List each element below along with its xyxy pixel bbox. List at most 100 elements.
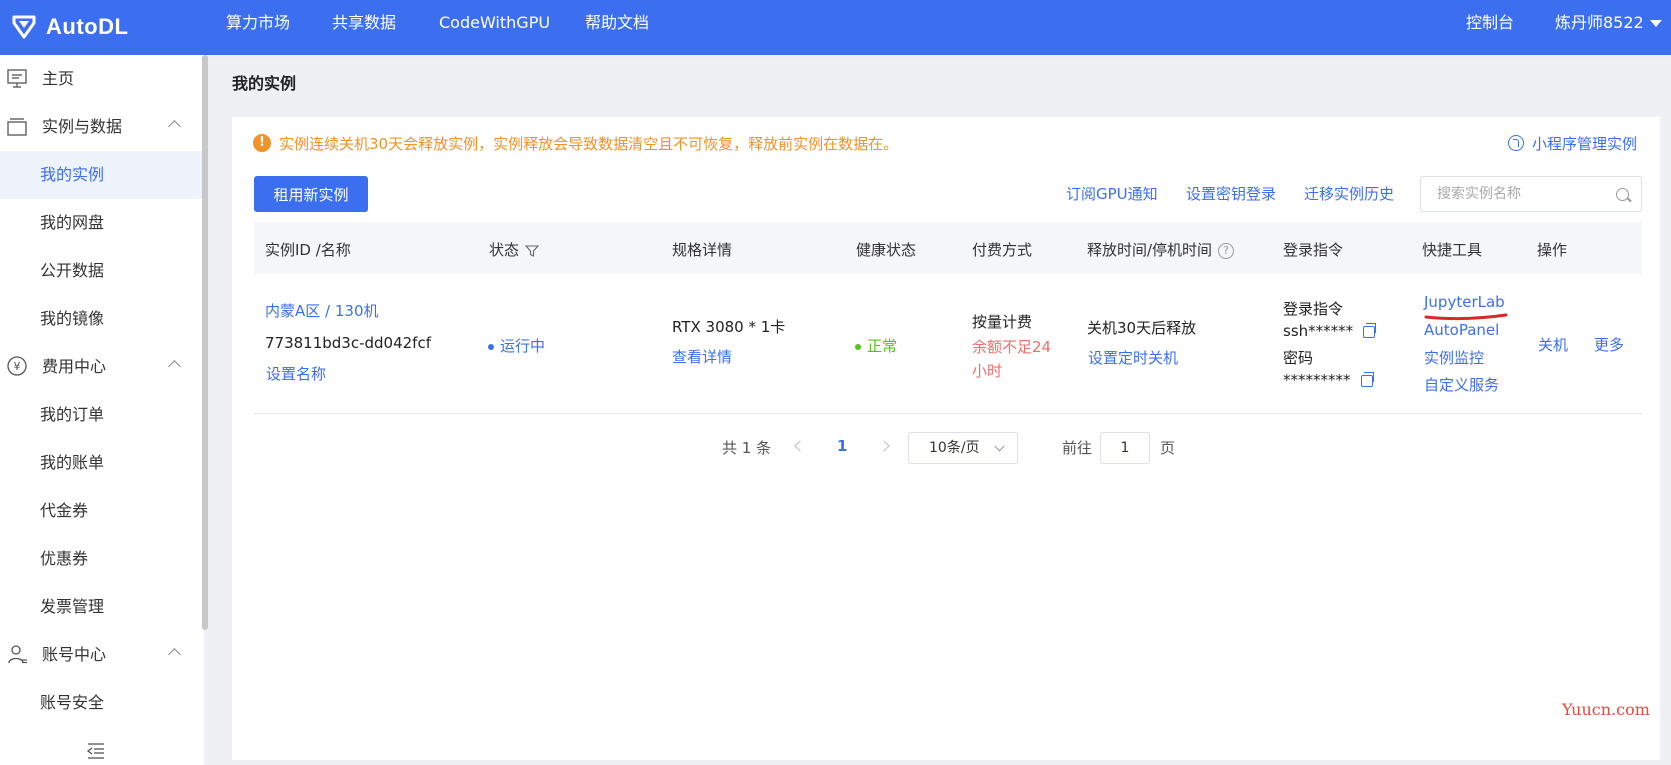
sidebar-item-label: 实例与数据 [42, 117, 123, 136]
nav-compute-market[interactable]: 算力市场 [226, 0, 290, 46]
health-dot-icon [855, 343, 861, 350]
subscribe-gpu-link[interactable]: 订阅GPU通知 [1066, 183, 1158, 204]
sidebar-item-invoices[interactable]: 发票管理 [0, 583, 202, 631]
shutdown-action[interactable]: 关机 [1538, 334, 1568, 355]
search-icon[interactable] [1616, 188, 1629, 201]
col-health: 健康状态 [856, 241, 917, 259]
jupyterlab-link[interactable]: JupyterLab [1424, 293, 1505, 311]
sidebar-item-label: 我的镜像 [40, 309, 105, 328]
collapse-sidebar-icon[interactable] [86, 742, 106, 760]
sidebar-group-billing[interactable]: ¥ 费用中心 [0, 343, 202, 391]
sidebar-item-label: 发票管理 [40, 597, 105, 616]
release-text: 关机30天后释放 [1087, 319, 1197, 337]
sidebar-item-my-disk[interactable]: 我的网盘 [0, 199, 202, 247]
set-key-login-link[interactable]: 设置密钥登录 [1186, 183, 1276, 204]
goto-page-input[interactable] [1100, 432, 1150, 464]
status-dot-icon [488, 343, 494, 350]
nav-shared-data[interactable]: 共享数据 [332, 0, 396, 46]
balance-warning-line1: 余额不足24 [972, 338, 1052, 356]
mini-program-icon [1508, 135, 1524, 151]
sidebar-item-label: 代金券 [40, 501, 89, 520]
top-bar: AutoDL 算力市场 共享数据 CodeWithGPU 帮助文档 控制台 炼丹… [0, 0, 1671, 55]
health-text: 正常 [867, 337, 898, 355]
sidebar-item-account-security[interactable]: 账号安全 [0, 679, 202, 727]
sidebar-group-account[interactable]: 账号中心 [0, 631, 202, 679]
instance-monitor-link[interactable]: 实例监控 [1424, 347, 1484, 368]
sidebar-item-my-instances[interactable]: 我的实例 [0, 151, 202, 199]
password-masked: ********* [1283, 371, 1351, 389]
chevron-up-icon [168, 648, 181, 661]
help-icon[interactable]: ? [1218, 242, 1235, 259]
sidebar-item-label: 我的网盘 [40, 213, 105, 232]
nav-console[interactable]: 控制台 [1466, 0, 1514, 46]
sidebar-scrollbar[interactable] [202, 55, 208, 630]
balance-warning-line2: 小时 [972, 362, 1003, 380]
filter-icon[interactable] [525, 244, 540, 257]
ssh-command: ssh****** [1283, 322, 1377, 340]
status-badge: 运行中 [488, 335, 545, 356]
col-instance-id: 实例ID /名称 [265, 241, 351, 259]
row-divider [254, 413, 1642, 414]
yuan-coin-icon: ¥ [7, 356, 27, 376]
copy-icon[interactable] [1363, 322, 1377, 338]
notice-text: 实例连续关机30天会释放实例，实例释放会导致数据清空且不可恢复，释放前实例在数据… [279, 134, 899, 153]
nav-help-docs[interactable]: 帮助文档 [585, 0, 649, 46]
rent-new-instance-button[interactable]: 租用新实例 [254, 176, 368, 212]
sidebar-item-coupons[interactable]: 优惠券 [0, 535, 202, 583]
svg-text:¥: ¥ [14, 360, 21, 373]
release-notice: ! 实例连续关机30天会释放实例，实例释放会导致数据清空且不可恢复，释放前实例在… [253, 132, 898, 154]
sidebar-item-label: 我的账单 [40, 453, 105, 472]
sidebar-group-instances[interactable]: 实例与数据 [0, 103, 202, 151]
copy-icon[interactable] [1360, 371, 1374, 387]
custom-service-link[interactable]: 自定义服务 [1424, 374, 1499, 395]
page-title: 我的实例 [232, 74, 297, 93]
brand-logo[interactable]: AutoDL [8, 10, 128, 44]
layers-icon [7, 118, 27, 136]
page-number-current[interactable]: 1 [837, 437, 847, 455]
autodl-logo-icon [12, 15, 36, 39]
sidebar-item-my-orders[interactable]: 我的订单 [0, 391, 202, 439]
monitor-icon [7, 69, 27, 88]
more-action[interactable]: 更多 [1594, 334, 1624, 355]
ssh-masked: ssh****** [1283, 322, 1354, 340]
mini-program-link[interactable]: 小程序管理实例 [1508, 132, 1637, 154]
user-menu[interactable]: 炼丹师8522 [1555, 0, 1662, 46]
pagination-total: 共 1 条 [722, 439, 772, 457]
col-actions: 操作 [1537, 241, 1568, 259]
set-name-link[interactable]: 设置名称 [266, 363, 326, 384]
chevron-down-icon [994, 441, 1005, 452]
warning-icon: ! [253, 134, 271, 152]
sidebar-item-my-images[interactable]: 我的镜像 [0, 295, 202, 343]
caret-down-icon [1649, 20, 1662, 27]
sidebar-item-label: 我的订单 [40, 405, 105, 424]
sidebar-item-label: 主页 [42, 69, 75, 88]
instance-region[interactable]: 内蒙A区 / 130机 [265, 300, 378, 321]
sidebar-item-my-bills[interactable]: 我的账单 [0, 439, 202, 487]
set-shutdown-link[interactable]: 设置定时关机 [1088, 347, 1178, 368]
search-box [1420, 176, 1642, 212]
sidebar-item-vouchers[interactable]: 代金券 [0, 487, 202, 535]
sidebar-item-label: 我的实例 [40, 165, 105, 184]
col-release-label: 释放时间/停机时间 [1087, 241, 1213, 259]
instance-id: 773811bd3c-dd042fcf [265, 334, 431, 352]
red-underline-annotation [1424, 313, 1508, 321]
search-input[interactable] [1421, 177, 1601, 211]
sidebar-item-label: 费用中心 [42, 357, 107, 376]
sidebar: 主页 实例与数据 我的实例 我的网盘 公开数据 我的镜像 ¥ 费用中心 我的订单… [0, 55, 204, 765]
sidebar-item-label: 优惠券 [40, 549, 89, 568]
sidebar-item-home[interactable]: 主页 [0, 55, 202, 103]
col-release-time: 释放时间/停机时间? [1087, 239, 1235, 260]
login-command-label: 登录指令 [1283, 300, 1344, 318]
nav-codewithgpu[interactable]: CodeWithGPU [439, 0, 550, 46]
spec-text: RTX 3080 * 1卡 [672, 318, 786, 336]
col-status-label: 状态 [489, 241, 520, 259]
brand-name: AutoDL [46, 14, 129, 39]
col-status: 状态 [489, 239, 540, 260]
migration-history-link[interactable]: 迁移实例历史 [1304, 183, 1394, 204]
spec-detail-link[interactable]: 查看详情 [672, 346, 732, 367]
page-size-select[interactable]: 10条/页 [908, 432, 1018, 464]
sidebar-item-public-data[interactable]: 公开数据 [0, 247, 202, 295]
autopanel-link[interactable]: AutoPanel [1424, 321, 1499, 339]
user-icon [8, 645, 27, 664]
page-suffix: 页 [1160, 439, 1176, 457]
